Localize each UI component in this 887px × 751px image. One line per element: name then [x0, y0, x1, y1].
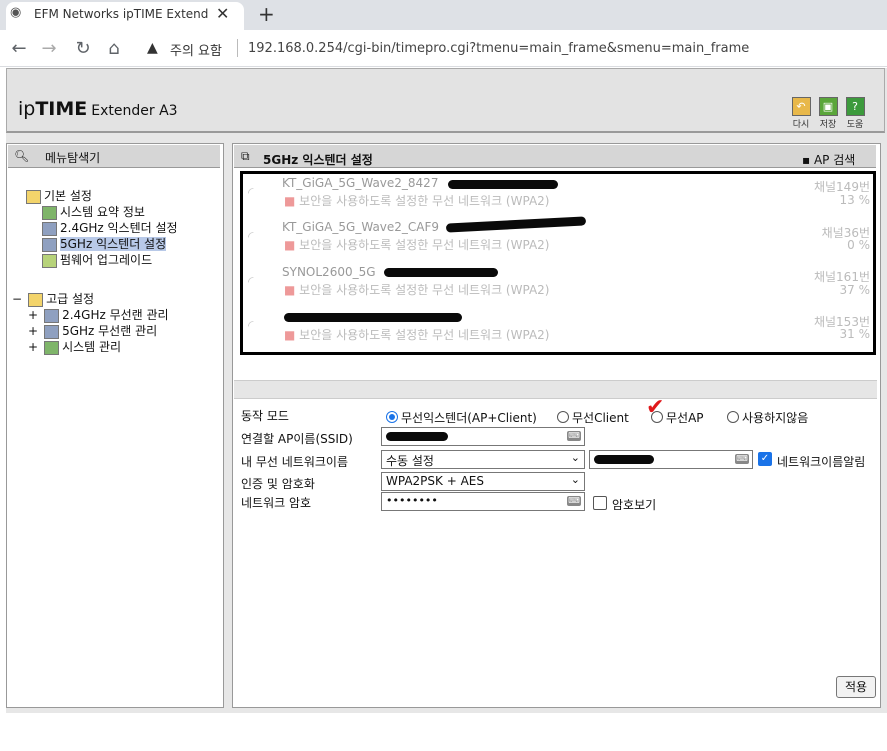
address-bar[interactable]: 192.168.0.254/cgi-bin/timepro.cgi?tmenu=…: [248, 41, 749, 56]
menu-explorer-title: 메뉴탐색기: [45, 151, 101, 165]
refresh-icon: ↶: [791, 97, 811, 116]
mode-label: 동작 모드: [241, 409, 289, 423]
help-button[interactable]: ? 도움: [845, 97, 865, 130]
tree-group-basic[interactable]: 기본 설정: [26, 187, 92, 204]
tree-item-system-summary[interactable]: 시스템 요약 정보: [42, 203, 145, 220]
wifi-signal-icon: ◜: [248, 274, 254, 290]
ap-security: ■ 보안을 사용하도록 설정한 무선 네트워크 (WPA2): [284, 283, 550, 297]
ap-signal: 31 %: [839, 327, 871, 341]
show-password-checkbox[interactable]: [593, 496, 607, 510]
tree-item-firmware[interactable]: 펌웨어 업그레이드: [42, 251, 152, 268]
auth-label: 인증 및 암호화: [241, 477, 315, 491]
ap-ssid[interactable]: KT_GiGA_5G_Wave2_CAF9: [282, 220, 439, 234]
page-title: 5GHz 익스텐더 설정: [263, 153, 373, 167]
redaction-mark: [386, 432, 448, 441]
new-tab-icon[interactable]: +: [258, 2, 275, 26]
keyboard-icon[interactable]: ⌨: [567, 431, 581, 441]
tree-group-advanced[interactable]: − 고급 설정: [12, 290, 94, 307]
help-icon: ?: [845, 97, 865, 116]
globe-icon: ◉: [10, 5, 22, 20]
section-divider: [234, 380, 877, 399]
red-check-annotation: ✔: [646, 395, 665, 420]
redaction-mark: [594, 455, 654, 464]
ap-signal: 37 %: [839, 283, 871, 297]
expand-icon[interactable]: +: [28, 308, 38, 322]
expand-icon[interactable]: +: [28, 324, 38, 338]
floppy-icon: ▣: [818, 97, 838, 116]
broadcast-checkbox[interactable]: ✓: [758, 452, 772, 466]
tree-item-24ghz-wlan[interactable]: +2.4GHz 무선랜 관리: [28, 306, 169, 323]
lock-icon: ■: [284, 283, 296, 297]
auth-select[interactable]: WPA2PSK + AES ⌄: [381, 472, 585, 491]
tree-item-system-mgmt[interactable]: + 시스템 관리: [28, 338, 121, 355]
iptime-logo: ipTIME Extender A3: [18, 98, 178, 120]
upgrade-icon: [42, 253, 57, 268]
ap-signal: 0 %: [847, 238, 870, 252]
chart-icon: [44, 340, 60, 355]
forward-icon[interactable]: →: [38, 38, 60, 59]
wireless-icon: [44, 308, 60, 323]
scan-icon: ▪: [802, 153, 811, 167]
redaction-mark: [384, 268, 498, 277]
mynet-label: 내 무선 네트워크이름: [241, 455, 348, 469]
show-password-label: 암호보기: [612, 498, 657, 512]
ap-scan-button[interactable]: ▪ AP 검색: [802, 151, 855, 168]
tree-item-5ghz-wlan[interactable]: +5GHz 무선랜 관리: [28, 322, 157, 339]
lock-icon: ■: [284, 194, 296, 208]
refresh-button[interactable]: ↶ 다시: [791, 97, 811, 130]
chart-icon: [42, 205, 57, 220]
chevron-down-icon: ⌄: [570, 473, 580, 486]
wifi-signal-icon: ◜: [248, 185, 254, 201]
ap-signal: 13 %: [839, 193, 871, 207]
collapse-icon[interactable]: −: [12, 292, 22, 306]
ssid-label: 연결할 AP이름(SSID): [241, 432, 353, 446]
mode-disabled-radio[interactable]: 사용하지않음: [727, 409, 808, 426]
lock-icon: ■: [284, 238, 296, 252]
folder-icon: [26, 189, 41, 204]
menu-explorer-header: [8, 145, 220, 168]
wireless-icon: [44, 324, 60, 339]
security-warning[interactable]: 주의 요함: [170, 40, 222, 59]
wireless-icon: [42, 237, 57, 252]
warning-icon[interactable]: ▲: [147, 40, 158, 56]
tree-item-5ghz-extender[interactable]: 5GHz 익스텐더 설정: [42, 235, 167, 252]
lock-icon: ■: [284, 328, 296, 342]
wifi-signal-icon: ◜: [248, 318, 254, 334]
password-label: 네트워크 암호: [241, 496, 312, 510]
home-icon[interactable]: ⌂: [103, 38, 125, 59]
close-tab-icon[interactable]: ✕: [216, 4, 229, 23]
ap-ssid[interactable]: SYNOL2600_5G: [282, 265, 376, 279]
keyboard-icon[interactable]: ⌨: [735, 454, 749, 464]
back-icon[interactable]: ←: [8, 38, 30, 59]
redaction-mark: [448, 180, 558, 189]
apply-button[interactable]: 적용: [836, 676, 876, 698]
folder-icon: [28, 292, 44, 307]
wifi-signal-icon: ◜: [248, 229, 254, 245]
magnifier-icon: 🔍︎: [14, 149, 30, 163]
save-button[interactable]: ▣ 저장: [818, 97, 838, 130]
tab-title: EFM Networks ipTIME Extender: [34, 7, 209, 21]
broadcast-label: 네트워크이름알림: [777, 455, 866, 469]
ap-security: ■ 보안을 사용하도록 설정한 무선 네트워크 (WPA2): [284, 194, 550, 208]
chevron-down-icon: ⌄: [570, 451, 580, 464]
password-input[interactable]: •••••••• ⌨: [381, 492, 585, 511]
reload-icon[interactable]: ↻: [72, 38, 94, 59]
expand-icon[interactable]: +: [28, 340, 38, 354]
mode-extender-radio[interactable]: 무선익스텐더(AP+Client): [386, 409, 537, 426]
ap-security: ■ 보안을 사용하도록 설정한 무선 네트워크 (WPA2): [284, 238, 550, 252]
mynet-select[interactable]: 수동 설정 ⌄: [381, 450, 585, 469]
window-icon: ⧉: [241, 149, 250, 163]
browser-toolbar: ← → ↻ ⌂ ▲ 주의 요함 192.168.0.254/cgi-bin/ti…: [0, 30, 887, 67]
tree-item-24ghz-extender[interactable]: 2.4GHz 익스텐더 설정: [42, 219, 178, 236]
url-divider: [237, 39, 238, 57]
wireless-icon: [42, 221, 57, 236]
keyboard-icon[interactable]: ⌨: [567, 496, 581, 506]
ap-security: ■ 보안을 사용하도록 설정한 무선 네트워크 (WPA2): [284, 328, 550, 342]
ap-ssid[interactable]: KT_GiGA_5G_Wave2_8427: [282, 176, 438, 190]
ssid-input[interactable]: ⌨: [381, 427, 585, 446]
mode-client-radio[interactable]: 무선Client: [557, 409, 629, 426]
redaction-mark: [284, 313, 462, 322]
mynet-input[interactable]: ⌨: [589, 450, 753, 469]
